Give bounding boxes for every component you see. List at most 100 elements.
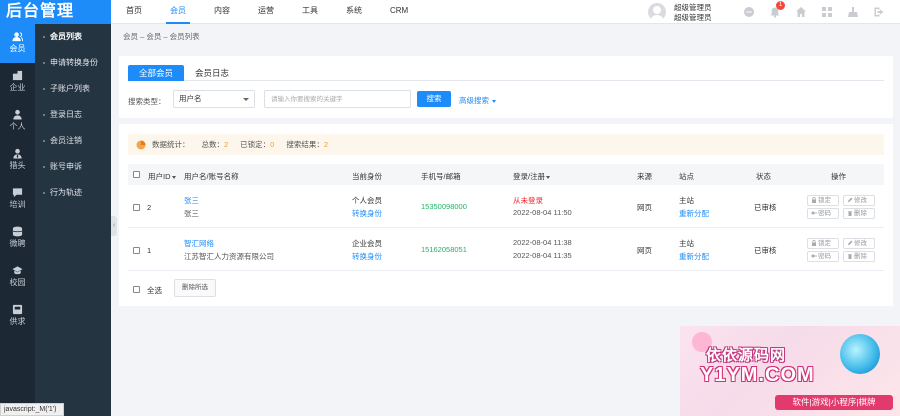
submenu-identity-switch[interactable]: 申请转换身份 (35, 50, 111, 76)
notification-button[interactable]: 1 (762, 0, 788, 24)
search-button[interactable]: 搜索 (417, 91, 451, 107)
home-button[interactable] (788, 0, 814, 24)
row-register-time: 2022-08-04 11:50 (513, 208, 572, 217)
header-name: 用户名/账号名称 (184, 172, 239, 181)
select-all-checkbox[interactable] (133, 286, 140, 293)
trash-icon (848, 211, 852, 216)
row-identity: 个人会员 (352, 196, 382, 205)
delete-button[interactable]: 删除 (843, 251, 875, 262)
module-training[interactable]: 培训 (0, 180, 35, 219)
module-campus[interactable]: 校园 (0, 258, 35, 297)
row-status: 已审核 (754, 246, 777, 255)
module-personal[interactable]: 个人 (0, 102, 35, 141)
chevron-down-icon (243, 98, 249, 101)
submenu-appeal[interactable]: 账号申诉 (35, 154, 111, 180)
stats-bar: 数据统计： 总数： 2 已锁定： 0 搜索结果： 2 (128, 134, 884, 155)
row-login-time: 2022-08-04 11:38 (513, 238, 572, 247)
header-login[interactable]: 登录/注册 (513, 171, 551, 182)
message-button[interactable] (736, 0, 762, 24)
nav-home[interactable]: 首页 (112, 0, 156, 24)
stats-result-value: 2 (323, 140, 329, 149)
apps-button[interactable] (814, 0, 840, 24)
edit-button[interactable]: 修改 (843, 238, 875, 249)
row-uid: 1 (147, 246, 152, 255)
select-all-label: 全选 (147, 286, 162, 295)
advanced-search-toggle[interactable]: 高级搜索 (459, 95, 496, 106)
search-input[interactable] (264, 90, 411, 108)
row-redistribute-link[interactable]: 重新分配 (679, 251, 709, 262)
module-microhire[interactable]: 微聘 (0, 219, 35, 258)
pencil-icon (848, 240, 853, 245)
headhunter-icon (13, 148, 22, 159)
module-supply[interactable]: 供求 (0, 297, 35, 336)
submenu-sub-accounts[interactable]: 子账户列表 (35, 76, 111, 102)
nav-tools[interactable]: 工具 (288, 0, 332, 24)
building-icon (12, 70, 23, 81)
tab-all-members[interactable]: 全部会员 (128, 65, 185, 81)
stats-result-label: 搜索结果： (286, 140, 324, 149)
search-type-value: 用户名 (179, 94, 202, 103)
search-panel: 全部会员 会员日志 搜索类型： 用户名 搜索 高级搜索 (119, 56, 893, 118)
app-logo[interactable]: 后台管理 (0, 0, 111, 24)
module-company[interactable]: 企业 (0, 63, 35, 102)
edit-button[interactable]: 修改 (843, 195, 875, 206)
row-source: 网页 (637, 203, 652, 212)
row-username-link[interactable]: 智汇网络 (184, 238, 214, 249)
logout-button[interactable] (866, 0, 892, 24)
table-row: 1 智汇网络 江苏智汇人力资源有限公司 企业会员 转换身份 1516205805… (128, 229, 884, 271)
notification-badge: 1 (776, 1, 785, 10)
row-switch-identity-link[interactable]: 转换身份 (352, 208, 382, 219)
user-name: 超级管理员 (674, 3, 712, 12)
nav-crm[interactable]: CRM (376, 0, 422, 24)
header-uid[interactable]: 用户ID (148, 171, 176, 182)
submenu-behavior[interactable]: 行为轨迹 (35, 180, 111, 206)
header-status: 状态 (756, 172, 771, 181)
module-label: 校园 (9, 278, 26, 287)
submenu-login-log[interactable]: 登录日志 (35, 102, 111, 128)
box-icon (12, 304, 23, 315)
user-icon (12, 32, 23, 42)
row-switch-identity-link[interactable]: 转换身份 (352, 251, 382, 262)
watermark-en: Y1YM.COM (700, 364, 815, 386)
avatar (648, 3, 666, 21)
select-all-header-checkbox[interactable] (133, 171, 140, 178)
member-tabs: 全部会员 会员日志 (128, 65, 884, 81)
user-menu[interactable]: 超级管理员 超级管理员 (648, 2, 738, 22)
nav-operations[interactable]: 运营 (244, 0, 288, 24)
submenu-member-list[interactable]: 会员列表 (35, 24, 111, 50)
submenu-member-cancel[interactable]: 会员注销 (35, 128, 111, 154)
lock-button[interactable]: 锁定 (807, 195, 839, 206)
search-type-select[interactable]: 用户名 (173, 90, 255, 108)
row-site: 主站 (679, 196, 694, 205)
tab-member-log[interactable]: 会员日志 (184, 65, 240, 81)
top-header: 后台管理 首页 会员 内容 运营 工具 系统 CRM 超级管理员 超级管理员 1 (0, 0, 900, 24)
grid-icon (822, 7, 832, 17)
delete-button[interactable]: 删除 (843, 208, 875, 219)
row-identity: 企业会员 (352, 239, 382, 248)
clean-cache-button[interactable] (840, 0, 866, 24)
module-member[interactable]: 会员 (0, 24, 35, 63)
row-checkbox[interactable] (133, 204, 140, 211)
sort-caret-icon (171, 175, 176, 179)
row-redistribute-link[interactable]: 重新分配 (679, 208, 709, 219)
database-icon (12, 226, 23, 237)
lock-button[interactable]: 锁定 (807, 238, 839, 249)
password-button[interactable]: 密码 (807, 251, 839, 262)
password-button[interactable]: 密码 (807, 208, 839, 219)
row-username-link[interactable]: 张三 (184, 195, 199, 206)
graduation-icon (12, 266, 23, 275)
row-checkbox[interactable] (133, 247, 140, 254)
lock-icon (812, 240, 816, 246)
row-phone: 15162058051 (421, 245, 467, 254)
header-ops: 操作 (831, 172, 846, 181)
lock-label: 锁定 (818, 197, 831, 204)
sidebar-collapse-handle[interactable]: ‹ (111, 216, 117, 236)
nav-content[interactable]: 内容 (200, 0, 244, 24)
module-headhunter[interactable]: 猎头 (0, 141, 35, 180)
key-icon (811, 211, 817, 215)
stats-total-value: 2 (224, 140, 229, 149)
nav-system[interactable]: 系统 (332, 0, 376, 24)
nav-members[interactable]: 会员 (156, 0, 200, 24)
delete-selected-button[interactable]: 删除所选 (174, 279, 216, 297)
module-label: 培训 (9, 200, 26, 209)
